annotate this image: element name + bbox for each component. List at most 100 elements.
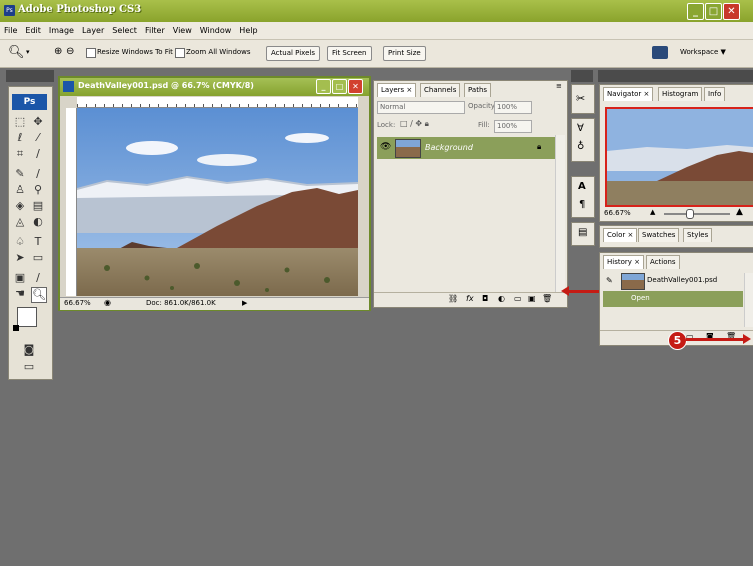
doc-close-button[interactable]: ✕: [348, 79, 363, 94]
brush-tool-icon[interactable]: ∕: [31, 167, 45, 181]
navigator-zoom-field[interactable]: 66.67%: [604, 209, 631, 217]
history-snapshot-row[interactable]: ✎ DeathValley001.psd: [603, 272, 751, 290]
zoom-tool-icon[interactable]: 🔍︎: [8, 45, 25, 60]
menu-window[interactable]: Window: [196, 22, 236, 39]
lock-icons[interactable]: □ ∕ ✥ 🔒︎: [400, 119, 429, 129]
eyedropper-tool-icon[interactable]: ∕: [31, 271, 45, 285]
tab-channels[interactable]: Channels: [420, 83, 461, 97]
notes-tool-icon[interactable]: ▣: [13, 271, 27, 285]
link-layers-icon[interactable]: ⛓︎: [448, 294, 458, 303]
layer-row-background[interactable]: 👁︎ Background 🔒︎: [377, 137, 555, 159]
maximize-button[interactable]: □: [705, 3, 722, 20]
fit-screen-button[interactable]: Fit Screen: [327, 46, 372, 61]
clone-source-icon[interactable]: ♁: [577, 141, 584, 152]
layers-scrollbar[interactable]: [555, 135, 565, 293]
lasso-tool-icon[interactable]: ℓ: [13, 131, 27, 145]
tab-styles[interactable]: Styles: [683, 228, 713, 242]
layer-style-icon[interactable]: fx: [466, 294, 474, 303]
tab-swatches[interactable]: Swatches: [638, 228, 680, 242]
tab-info[interactable]: Info: [704, 87, 726, 101]
eraser-tool-icon[interactable]: ◈: [13, 199, 27, 213]
tab-paths[interactable]: Paths: [464, 83, 492, 97]
zoom-out-small-icon[interactable]: ▲: [650, 208, 655, 216]
menu-edit[interactable]: Edit: [21, 22, 45, 39]
magic-wand-tool-icon[interactable]: ⁄: [31, 131, 45, 145]
workspace-menu[interactable]: Workspace ▼: [680, 47, 726, 58]
quick-mask-icon[interactable]: ◙: [22, 343, 36, 357]
paragraph-icon[interactable]: ¶: [579, 199, 585, 210]
navigator-slider-handle[interactable]: [686, 209, 694, 219]
status-info-icon[interactable]: ◉: [104, 298, 111, 307]
adjustment-layer-icon[interactable]: ◐: [498, 294, 505, 303]
blend-mode-select[interactable]: Normal: [377, 101, 465, 114]
menu-view[interactable]: View: [169, 22, 196, 39]
opacity-field[interactable]: 100%: [494, 101, 532, 114]
tab-actions[interactable]: Actions: [646, 255, 680, 269]
pen-tool-icon[interactable]: ♤: [13, 235, 27, 249]
marquee-tool-icon[interactable]: ⬚: [13, 115, 27, 129]
minimize-button[interactable]: _: [687, 3, 704, 20]
type-tool-icon[interactable]: T: [31, 235, 45, 249]
tab-navigator[interactable]: Navigator ×: [603, 87, 654, 101]
tab-color[interactable]: Color ×: [603, 228, 638, 242]
layers-panel-menu-icon[interactable]: ≡: [556, 82, 562, 90]
path-selection-tool-icon[interactable]: ➤: [13, 251, 27, 265]
close-button[interactable]: ✕: [723, 3, 740, 20]
gradient-tool-icon[interactable]: ▤: [31, 199, 45, 213]
navigator-zoom-slider[interactable]: [664, 213, 730, 215]
menu-help[interactable]: Help: [235, 22, 261, 39]
healing-brush-tool-icon[interactable]: ✎: [13, 167, 27, 181]
move-tool-icon[interactable]: ✥: [31, 115, 45, 129]
hand-tool-icon[interactable]: ☚: [13, 287, 27, 301]
shape-tool-icon[interactable]: ▭: [31, 251, 45, 265]
clone-stamp-tool-icon[interactable]: ♙: [13, 183, 27, 197]
character-icon[interactable]: A: [578, 181, 586, 192]
history-state-row[interactable]: Open: [603, 291, 743, 307]
zoom-in-small-icon[interactable]: ▲: [736, 207, 743, 217]
screen-mode-icon[interactable]: ▭: [22, 360, 36, 374]
foreground-color-swatch[interactable]: [17, 307, 37, 327]
resize-windows-checkbox[interactable]: [86, 48, 96, 58]
layer-comps-icon[interactable]: ▤: [578, 227, 587, 238]
zoom-all-checkbox[interactable]: [175, 48, 185, 58]
zoom-tool-selected-icon[interactable]: 🔍︎: [31, 287, 47, 303]
doc-maximize-button[interactable]: □: [332, 79, 347, 94]
menu-image[interactable]: Image: [45, 22, 78, 39]
tab-layers[interactable]: Layers ×: [377, 83, 417, 97]
tab-history[interactable]: History ×: [603, 255, 644, 269]
history-scrollbar[interactable]: [744, 273, 753, 327]
slice-tool-icon[interactable]: ∕: [31, 147, 45, 161]
layer-name[interactable]: Background: [425, 143, 473, 152]
actual-pixels-button[interactable]: Actual Pixels: [266, 46, 320, 61]
menu-layer[interactable]: Layer: [78, 22, 108, 39]
doc-minimize-button[interactable]: _: [316, 79, 331, 94]
right-dock-header: [598, 70, 753, 82]
history-brush-tool-icon[interactable]: ⚲: [31, 183, 45, 197]
tab-histogram[interactable]: Histogram: [658, 87, 703, 101]
status-menu-arrow-icon[interactable]: ▶: [242, 299, 247, 307]
history-brush-source-icon[interactable]: ✎: [606, 276, 613, 285]
navigator-preview[interactable]: [605, 107, 753, 207]
fill-field[interactable]: 100%: [494, 120, 532, 133]
new-layer-icon[interactable]: ▣: [528, 294, 536, 303]
zoom-out-icon[interactable]: ⊖: [66, 46, 74, 57]
dodge-tool-icon[interactable]: ◐: [31, 215, 45, 229]
tool-presets-icon[interactable]: ✂: [576, 92, 585, 105]
tool-preset-chevron-icon[interactable]: ▾: [26, 48, 30, 56]
default-colors-icon[interactable]: [13, 325, 19, 331]
add-mask-icon[interactable]: ◘: [482, 294, 488, 303]
blur-tool-icon[interactable]: ◬: [13, 215, 27, 229]
zoom-in-icon[interactable]: ⊕: [54, 46, 62, 57]
print-size-button[interactable]: Print Size: [383, 46, 426, 61]
new-group-icon[interactable]: ▭: [514, 294, 522, 303]
delete-layer-icon[interactable]: 🗑︎: [542, 294, 552, 303]
callout-4-arrowhead-icon: [561, 286, 569, 296]
layer-visibility-eye-icon[interactable]: 👁︎: [380, 142, 391, 152]
document-zoom-field[interactable]: 66.67%: [64, 299, 91, 307]
bridge-icon[interactable]: [652, 46, 668, 59]
crop-tool-icon[interactable]: ⌗: [13, 147, 27, 161]
menu-file[interactable]: File: [0, 22, 21, 39]
menu-filter[interactable]: Filter: [141, 22, 169, 39]
brushes-icon[interactable]: ∀: [577, 123, 584, 134]
menu-select[interactable]: Select: [108, 22, 141, 39]
